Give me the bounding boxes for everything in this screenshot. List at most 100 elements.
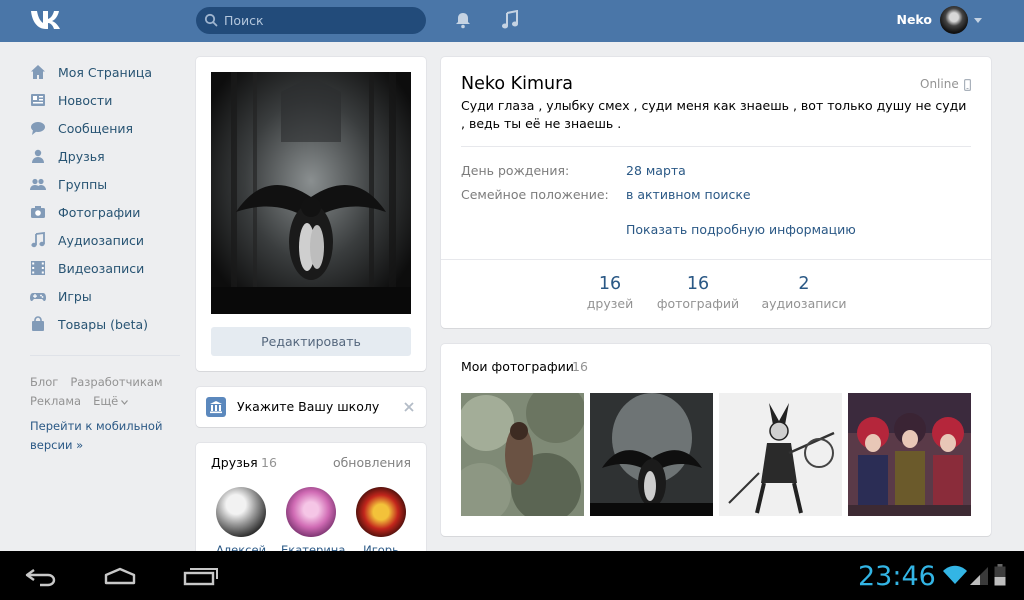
groups-icon xyxy=(30,178,46,190)
nav-item-messages[interactable]: Сообщения xyxy=(30,114,180,142)
news-icon xyxy=(31,94,45,106)
nav-item-label: Группы xyxy=(58,176,108,192)
ads-link[interactable]: Реклама xyxy=(30,394,81,408)
friend-item[interactable]: Алексей xyxy=(211,487,271,557)
school-prompt-card[interactable]: Укажите Вашу школу xyxy=(196,387,426,427)
friends-count: 16 xyxy=(261,455,277,470)
photo-thumbnail[interactable] xyxy=(590,393,713,516)
avatar[interactable] xyxy=(940,6,968,34)
friend-item[interactable]: Игорь xyxy=(351,487,411,557)
birthday-value[interactable]: 28 марта xyxy=(626,163,686,178)
nav-item-market[interactable]: Товары (beta) xyxy=(30,310,180,338)
nav-item-label: Игры xyxy=(58,288,92,304)
counter-number: 2 xyxy=(798,274,810,294)
photo-thumbnail[interactable] xyxy=(461,393,584,516)
nav-item-my-page[interactable]: Моя Страница xyxy=(30,58,180,86)
photos-card: Мои фотографии 16 xyxy=(441,344,991,536)
developers-link[interactable]: Разработчикам xyxy=(70,375,162,389)
home-icon xyxy=(31,65,45,79)
search-icon xyxy=(204,13,218,27)
nav-item-groups[interactable]: Группы xyxy=(30,170,180,198)
nav-item-audio[interactable]: Аудиозаписи xyxy=(30,226,180,254)
battery-icon xyxy=(994,564,1006,586)
counter-number: 16 xyxy=(686,274,710,294)
birthday-label: День рождения: xyxy=(461,163,570,178)
friend-item[interactable]: Екатерина xyxy=(281,487,345,557)
messages-icon xyxy=(31,122,45,135)
counter-audio[interactable]: 2 аудиозаписи xyxy=(759,274,849,311)
blog-link[interactable]: Блог xyxy=(30,375,58,389)
camera-icon xyxy=(31,206,45,218)
photo-thumbnail[interactable] xyxy=(848,393,971,516)
school-icon xyxy=(206,397,226,417)
friend-avatar xyxy=(216,487,266,537)
recent-apps-icon[interactable] xyxy=(182,566,220,586)
home-icon[interactable] xyxy=(100,567,140,585)
family-status-value[interactable]: в активном поиске xyxy=(626,187,751,202)
search-box[interactable] xyxy=(196,7,426,34)
gamepad-icon xyxy=(30,293,46,302)
close-icon[interactable] xyxy=(404,402,414,412)
photo-thumbnail[interactable] xyxy=(719,393,842,516)
nav-item-label: Друзья xyxy=(58,148,105,164)
music-note-icon[interactable] xyxy=(501,10,519,30)
counter-number: 16 xyxy=(598,274,622,294)
nav-item-label: Сообщения xyxy=(58,120,134,136)
avatar-card: Редактировать xyxy=(196,57,426,371)
counter-label: аудиозаписи xyxy=(761,296,847,311)
nav-item-label: Видеозаписи xyxy=(58,260,145,276)
mobile-phone-icon xyxy=(964,79,971,91)
search-input[interactable] xyxy=(224,7,419,34)
show-more-info-link[interactable]: Показать подробную информацию xyxy=(626,222,856,237)
photos-title[interactable]: Мои фотографии xyxy=(461,359,574,374)
profile-name: Neko Kimura xyxy=(461,74,574,94)
nav-item-games[interactable]: Игры xyxy=(30,282,180,310)
profile-status[interactable]: Суди глаза , улыбку смех , суди меня как… xyxy=(461,97,971,133)
friend-avatar xyxy=(286,487,336,537)
bell-icon[interactable] xyxy=(454,11,472,29)
system-navigation-bar: 23:46 xyxy=(0,551,1024,600)
chevron-down-icon[interactable] xyxy=(974,18,982,23)
clock: 23:46 xyxy=(858,561,936,592)
nav-item-friends[interactable]: Друзья xyxy=(30,142,180,170)
counter-photos[interactable]: 16 фотографий xyxy=(653,274,743,311)
nav-divider xyxy=(30,355,180,356)
chevron-down-icon xyxy=(121,400,129,405)
nav-item-video[interactable]: Видеозаписи xyxy=(30,254,180,282)
film-icon xyxy=(31,261,45,275)
friends-card: Друзья 16 обновления Алексей Екатерина И… xyxy=(196,443,426,563)
top-bar: Neko xyxy=(0,0,1024,42)
family-status-label: Семейное положение: xyxy=(461,187,609,202)
music-note-icon xyxy=(31,232,45,248)
profile-card: Neko Kimura Online Суди глаза , улыбку с… xyxy=(441,57,991,328)
wifi-icon xyxy=(943,565,967,584)
back-icon[interactable] xyxy=(22,567,58,587)
shopping-bag-icon xyxy=(32,316,44,331)
friend-avatar xyxy=(356,487,406,537)
nav-item-label: Товары (beta) xyxy=(58,316,149,332)
nav-item-label: Аудиозаписи xyxy=(58,232,144,248)
more-label: Ещё xyxy=(93,394,119,408)
friends-icon xyxy=(32,149,44,163)
nav-item-label: Моя Страница xyxy=(58,64,152,80)
friends-updates-link[interactable]: обновления xyxy=(333,455,411,470)
nav-item-label: Новости xyxy=(58,92,113,108)
username[interactable]: Neko xyxy=(892,12,932,27)
edit-profile-button[interactable]: Редактировать xyxy=(211,327,411,356)
nav-item-label: Фотографии xyxy=(58,204,141,220)
nav-item-news[interactable]: Новости xyxy=(30,86,180,114)
footer-links: Блог Разработчикам Реклама Ещё xyxy=(30,373,190,411)
nav-item-photos[interactable]: Фотографии xyxy=(30,198,180,226)
divider xyxy=(461,146,971,147)
online-status: Online xyxy=(920,77,959,91)
vk-logo-icon[interactable] xyxy=(30,8,66,32)
school-prompt-text: Укажите Вашу школу xyxy=(237,399,380,414)
left-nav: Моя Страница Новости Сообщения Друзья Гр… xyxy=(30,58,180,338)
friends-title[interactable]: Друзья xyxy=(211,455,258,470)
counter-friends[interactable]: 16 друзей xyxy=(565,274,655,311)
signal-icon xyxy=(970,567,988,585)
profile-photo[interactable] xyxy=(211,72,411,314)
divider xyxy=(441,259,991,260)
mobile-version-link[interactable]: Перейти к мобильной версии » xyxy=(30,417,180,455)
more-link[interactable]: Ещё xyxy=(93,394,129,408)
